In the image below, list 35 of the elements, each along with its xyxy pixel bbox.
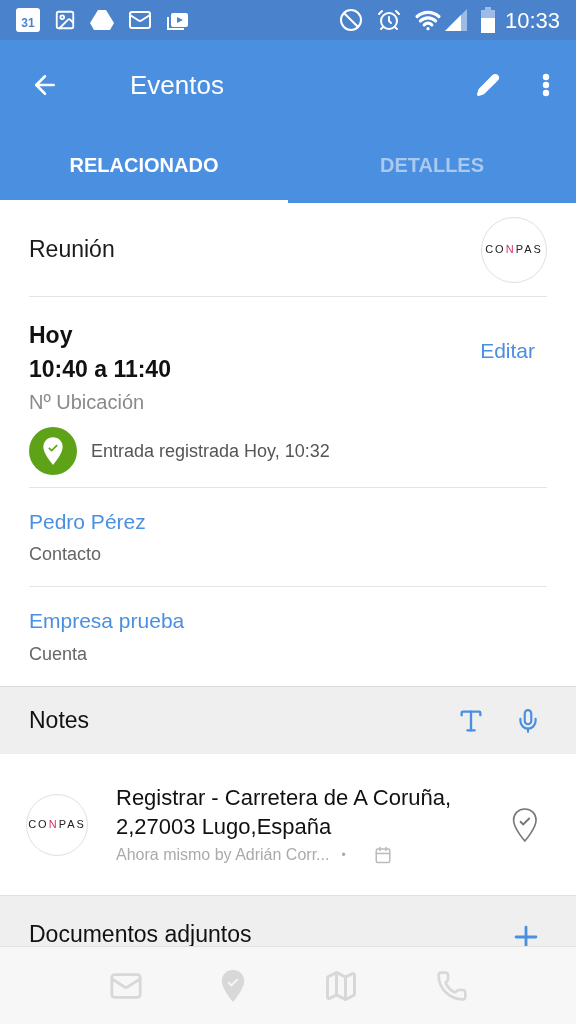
clock: 10:33 — [504, 6, 560, 35]
calendar-check-icon — [373, 845, 392, 864]
tab[interactable]: DETALLES — [288, 130, 576, 203]
note-meta: Ahora mismo by Adrián Corr... — [116, 844, 330, 865]
location-check-icon — [42, 436, 64, 466]
check-in-status: Entrada registrada Hoy, 10:32 — [91, 439, 330, 463]
mail-icon — [128, 8, 152, 32]
image-icon — [54, 9, 76, 31]
more-button[interactable] — [540, 71, 552, 99]
event-time: 10:40 a 11:40 — [29, 355, 172, 384]
event-day: Hoy — [29, 319, 481, 351]
company-logo: CONPAS — [26, 793, 88, 856]
event-location: Nº Ubicación — [29, 390, 146, 415]
event-type: Reunión — [29, 235, 115, 265]
do-not-disturb-icon — [338, 8, 363, 32]
alarm-icon — [376, 8, 401, 32]
record-type: Contacto — [29, 543, 103, 567]
section-title: Documentos adjuntos — [29, 920, 253, 946]
location-check-icon — [219, 968, 246, 1003]
company-logo: CONPAS — [481, 216, 547, 283]
tab[interactable]: RELACIONADO — [0, 130, 288, 203]
edit-button[interactable] — [476, 73, 500, 97]
separator-dot: • — [341, 846, 346, 864]
record-type: Cuenta — [29, 642, 89, 666]
related-record-link[interactable]: Empresa prueba — [29, 605, 547, 637]
calendar-icon: 31 — [16, 8, 40, 32]
signal-icon — [444, 9, 467, 31]
battery-icon — [480, 7, 495, 33]
check-in-button[interactable] — [219, 968, 246, 1003]
location-check-icon — [512, 806, 538, 843]
section-title: Notes — [29, 706, 91, 736]
related-record-link[interactable]: Pedro Pérez — [29, 505, 547, 538]
app-bar-title: Eventos — [130, 68, 225, 102]
note-text: Registrar - Carretera de A Coruña, 2,27003 Lugo,España — [116, 783, 453, 841]
edit-link[interactable]: Editar — [480, 335, 535, 365]
